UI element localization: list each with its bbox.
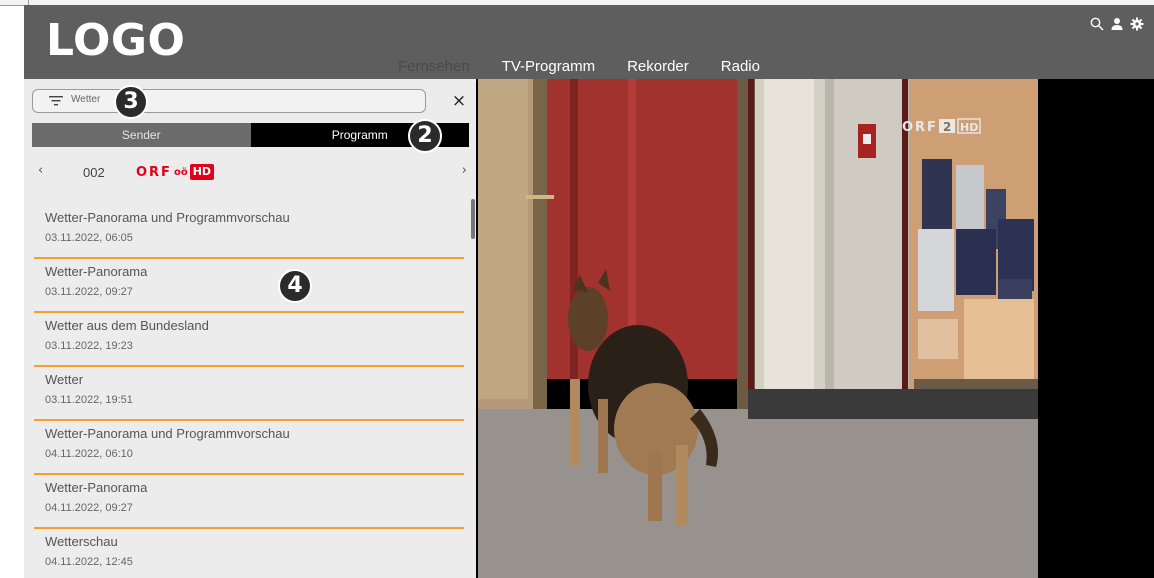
- item-title: Wetter aus dem Bundesland: [45, 318, 209, 333]
- search-value: Wetter: [71, 94, 101, 105]
- video-watermark-orf: ORF: [902, 120, 938, 135]
- nav-fernsehen[interactable]: Fernsehen: [382, 55, 486, 81]
- video-player[interactable]: ORF 2 HD: [478, 79, 1038, 578]
- item-time: 04.11.2022, 12:45: [45, 556, 133, 568]
- list-scrollbar[interactable]: [471, 199, 475, 239]
- search-panel: Wetter × Sender Programm ‹ 002 ORF oö HD…: [24, 79, 476, 578]
- item-title: Wetter-Panorama und Programmvorschau: [45, 426, 290, 441]
- view-toggle: Sender Programm: [32, 123, 469, 147]
- item-time: 04.11.2022, 06:10: [45, 448, 133, 460]
- list-item[interactable]: Wetter-Panorama 03.11.2022, 09:27: [34, 259, 464, 313]
- annotation-badge-3: 3: [114, 85, 148, 119]
- list-item[interactable]: Wetter 03.11.2022, 19:51: [34, 367, 464, 421]
- item-time: 03.11.2022, 19:23: [45, 340, 133, 352]
- item-title: Wetter-Panorama: [45, 264, 148, 279]
- video-watermark-number: 2: [943, 120, 951, 134]
- annotation-badge-4: 4: [278, 269, 312, 303]
- list-item[interactable]: Wetter-Panorama und Programmvorschau 04.…: [34, 421, 464, 475]
- next-channel-button[interactable]: ›: [462, 163, 467, 178]
- nav-radio[interactable]: Radio: [705, 55, 776, 79]
- toggle-sender[interactable]: Sender: [32, 123, 251, 147]
- channel-logo-region: oö: [173, 166, 188, 178]
- annotation-badge-2: 2: [408, 119, 442, 153]
- item-time: 04.11.2022, 09:27: [45, 502, 133, 514]
- user-icon[interactable]: [1110, 17, 1124, 31]
- gear-icon[interactable]: [1130, 17, 1144, 31]
- app-logo: LOGO: [46, 15, 186, 66]
- item-title: Wetter-Panorama: [45, 480, 148, 495]
- channel-number: 002: [83, 165, 105, 180]
- video-watermark-hd: HD: [960, 121, 978, 134]
- search-input[interactable]: Wetter: [32, 89, 426, 113]
- item-time: 03.11.2022, 06:05: [45, 232, 133, 244]
- channel-logo: ORF oö HD: [136, 163, 215, 181]
- item-title: Wetter: [45, 372, 84, 387]
- tv-app: LOGO Fernsehen TV-Programm Rekorder Radi…: [24, 5, 1154, 578]
- video-frame: ORF 2 HD: [478, 79, 1038, 578]
- main-nav: Fernsehen TV-Programm Rekorder Radio: [382, 55, 776, 81]
- filter-icon[interactable]: [49, 96, 63, 106]
- nav-rekorder[interactable]: Rekorder: [611, 55, 705, 79]
- app-header: LOGO Fernsehen TV-Programm Rekorder Radi…: [24, 5, 1154, 81]
- program-list: Wetter-Panorama und Programmvorschau 03.…: [34, 205, 464, 578]
- close-search-button[interactable]: ×: [449, 91, 469, 111]
- header-icons: [1090, 17, 1144, 31]
- prev-channel-button[interactable]: ‹: [38, 163, 43, 178]
- channel-selector: ‹ 002 ORF oö HD ›: [32, 159, 469, 187]
- list-item[interactable]: Wetter-Panorama 04.11.2022, 09:27: [34, 475, 464, 529]
- search-icon[interactable]: [1090, 17, 1104, 31]
- list-item[interactable]: Wetter aus dem Bundesland 03.11.2022, 19…: [34, 313, 464, 367]
- nav-tv-programm[interactable]: TV-Programm: [486, 55, 611, 79]
- item-time: 03.11.2022, 09:27: [45, 286, 133, 298]
- channel-logo-hd: HD: [189, 164, 215, 180]
- list-item[interactable]: Wetterschau 04.11.2022, 12:45: [34, 529, 464, 578]
- channel-logo-orf: ORF: [136, 164, 172, 180]
- video-letterbox: [1038, 79, 1154, 578]
- item-time: 03.11.2022, 19:51: [45, 394, 133, 406]
- item-title: Wetter-Panorama und Programmvorschau: [45, 210, 290, 225]
- list-item[interactable]: Wetter-Panorama und Programmvorschau 03.…: [34, 205, 464, 259]
- item-title: Wetterschau: [45, 534, 118, 549]
